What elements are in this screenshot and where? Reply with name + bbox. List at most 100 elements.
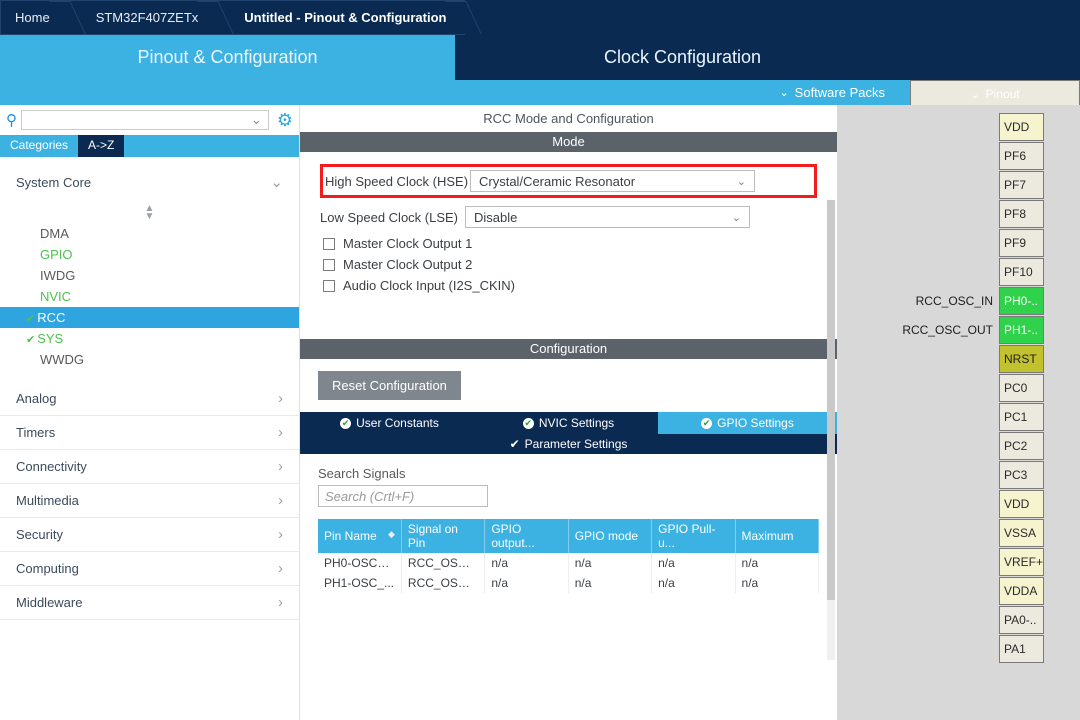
- category-system-core[interactable]: System Core ⌄: [0, 165, 299, 199]
- search-icon: ⚲: [6, 111, 17, 129]
- hse-select[interactable]: Crystal/Ceramic Resonator ⌄: [470, 170, 755, 192]
- software-packs-label: Software Packs: [795, 85, 885, 100]
- tab-pinout-config[interactable]: Pinout & Configuration: [0, 35, 455, 80]
- chevron-right-icon: ›: [278, 424, 283, 441]
- col-pin-name[interactable]: Pin Name◆: [318, 519, 401, 553]
- crumb-current[interactable]: Untitled - Pinout & Configuration: [217, 0, 465, 35]
- pin-row: RCC_OSC_OUT PH1-..: [902, 316, 1044, 344]
- category-security[interactable]: Security›: [0, 518, 299, 552]
- chevron-down-icon: ⌄: [270, 173, 283, 191]
- pin-pc2[interactable]: PC2: [999, 432, 1044, 460]
- pin-row: PF7: [999, 171, 1044, 199]
- col-gpio-pull[interactable]: GPIO Pull-u...: [652, 519, 735, 553]
- chevron-down-icon: ⌄: [251, 112, 262, 128]
- tab-categories[interactable]: Categories: [0, 135, 78, 157]
- reset-configuration-button[interactable]: Reset Configuration: [318, 371, 461, 400]
- tab-user-constants[interactable]: ✔User Constants: [300, 412, 479, 434]
- table-row[interactable]: PH0-OSC_INRCC_OSC_INn/an/an/an/a: [318, 553, 819, 573]
- crumb-home[interactable]: Home: [0, 0, 69, 35]
- tree-item-wwdg[interactable]: WWDG: [0, 349, 299, 370]
- pin-row: PA0-..: [999, 606, 1044, 634]
- tree-item-gpio[interactable]: GPIO: [0, 244, 299, 265]
- check-icon: ✔: [523, 418, 534, 429]
- pin-vdd[interactable]: VDD: [999, 490, 1044, 518]
- tree-item-iwdg[interactable]: IWDG: [0, 265, 299, 286]
- pin-vref+[interactable]: VREF+: [999, 548, 1044, 576]
- col-gpio-output[interactable]: GPIO output...: [485, 519, 568, 553]
- pin-pf7[interactable]: PF7: [999, 171, 1044, 199]
- category-connectivity[interactable]: Connectivity›: [0, 450, 299, 484]
- tree-item-sys[interactable]: ✔SYS: [0, 328, 299, 349]
- pin-pc3[interactable]: PC3: [999, 461, 1044, 489]
- tab-parameter-settings[interactable]: ✔Parameter Settings: [300, 434, 837, 454]
- col-signal[interactable]: Signal on Pin: [401, 519, 484, 553]
- category-middleware[interactable]: Middleware›: [0, 586, 299, 620]
- checkbox-i2s-ckin[interactable]: Audio Clock Input (I2S_CKIN): [323, 278, 817, 293]
- category-timers[interactable]: Timers›: [0, 416, 299, 450]
- pin-pc1[interactable]: PC1: [999, 403, 1044, 431]
- software-packs-dropdown[interactable]: ⌄ Software Packs: [754, 80, 910, 105]
- pinout-label: Pinout: [986, 87, 1020, 101]
- tab-nvic-settings[interactable]: ✔NVIC Settings: [479, 412, 658, 434]
- configuration-header: Configuration: [300, 339, 837, 359]
- checkbox-mco2[interactable]: Master Clock Output 2: [323, 257, 817, 272]
- tree-item-nvic[interactable]: NVIC: [0, 286, 299, 307]
- chevron-right-icon: ›: [278, 492, 283, 509]
- pin-pf10[interactable]: PF10: [999, 258, 1044, 286]
- category-computing[interactable]: Computing›: [0, 552, 299, 586]
- search-signals-input[interactable]: Search (Crtl+F): [318, 485, 488, 507]
- table-cell: RCC_OSC_...: [401, 573, 484, 593]
- pin-pf9[interactable]: PF9: [999, 229, 1044, 257]
- pinout-dropdown[interactable]: ⌄ Pinout: [910, 80, 1080, 108]
- pin-vssa[interactable]: VSSA: [999, 519, 1044, 547]
- tree-item-rcc[interactable]: ✔RCC: [0, 307, 299, 328]
- pin-net-label: RCC_OSC_OUT: [902, 323, 993, 337]
- pin-vdd[interactable]: VDD: [999, 113, 1044, 141]
- scrollbar-thumb[interactable]: [827, 200, 835, 600]
- chevron-down-icon: ⌄: [970, 88, 979, 101]
- primary-tabs: Pinout & Configuration Clock Configurati…: [0, 35, 1080, 80]
- chevron-right-icon: ›: [278, 526, 283, 543]
- pin-pa0-..[interactable]: PA0-..: [999, 606, 1044, 634]
- chevron-down-icon: ⌄: [732, 211, 741, 224]
- col-maximum[interactable]: Maximum: [735, 519, 818, 553]
- pin-vdda[interactable]: VDDA: [999, 577, 1044, 605]
- search-signals-label: Search Signals: [318, 466, 819, 481]
- category-analog[interactable]: Analog›: [0, 382, 299, 416]
- gear-icon[interactable]: ⚙: [277, 110, 293, 131]
- check-icon: ✔: [26, 334, 35, 346]
- breadcrumb: Home STM32F407ZETx Untitled - Pinout & C…: [0, 0, 1080, 35]
- pin-pf6[interactable]: PF6: [999, 142, 1044, 170]
- pin-row: VDD: [999, 490, 1044, 518]
- col-gpio-mode[interactable]: GPIO mode: [568, 519, 651, 553]
- category-label: System Core: [16, 175, 91, 190]
- tab-a-z[interactable]: A->Z: [78, 135, 124, 157]
- crumb-chip[interactable]: STM32F407ZETx: [69, 0, 218, 35]
- pin-pf8[interactable]: PF8: [999, 200, 1044, 228]
- pin-ph0-..[interactable]: PH0-..: [999, 287, 1044, 315]
- pin-nrst[interactable]: NRST: [999, 345, 1044, 373]
- mode-header: Mode: [300, 132, 837, 152]
- table-row[interactable]: PH1-OSC_...RCC_OSC_...n/an/an/an/a: [318, 573, 819, 593]
- tree-item-dma[interactable]: DMA: [0, 223, 299, 244]
- pin-pc0[interactable]: PC0: [999, 374, 1044, 402]
- table-cell: n/a: [652, 553, 735, 573]
- category-multimedia[interactable]: Multimedia›: [0, 484, 299, 518]
- lse-select[interactable]: Disable ⌄: [465, 206, 750, 228]
- sort-icon[interactable]: ▲▼: [0, 203, 299, 223]
- search-input[interactable]: ⌄: [21, 110, 269, 130]
- checkbox-mco1[interactable]: Master Clock Output 1: [323, 236, 817, 251]
- pin-ph1-..[interactable]: PH1-..: [999, 316, 1044, 344]
- tab-clock-config[interactable]: Clock Configuration: [455, 35, 910, 80]
- chevron-down-icon: ⌄: [779, 86, 788, 99]
- pin-row: PF9: [999, 229, 1044, 257]
- check-icon: ✔: [340, 418, 351, 429]
- pinout-view[interactable]: VDDPF6PF7PF8PF9PF10RCC_OSC_INPH0-..RCC_O…: [837, 105, 1080, 720]
- pin-pa1[interactable]: PA1: [999, 635, 1044, 663]
- chevron-right-icon: ›: [278, 594, 283, 611]
- pin-row: PC0: [999, 374, 1044, 402]
- center-panel: RCC Mode and Configuration Mode High Spe…: [300, 105, 837, 720]
- scrollbar[interactable]: [827, 200, 835, 660]
- tab-gpio-settings[interactable]: ✔GPIO Settings: [658, 412, 837, 434]
- table-cell: n/a: [485, 553, 568, 573]
